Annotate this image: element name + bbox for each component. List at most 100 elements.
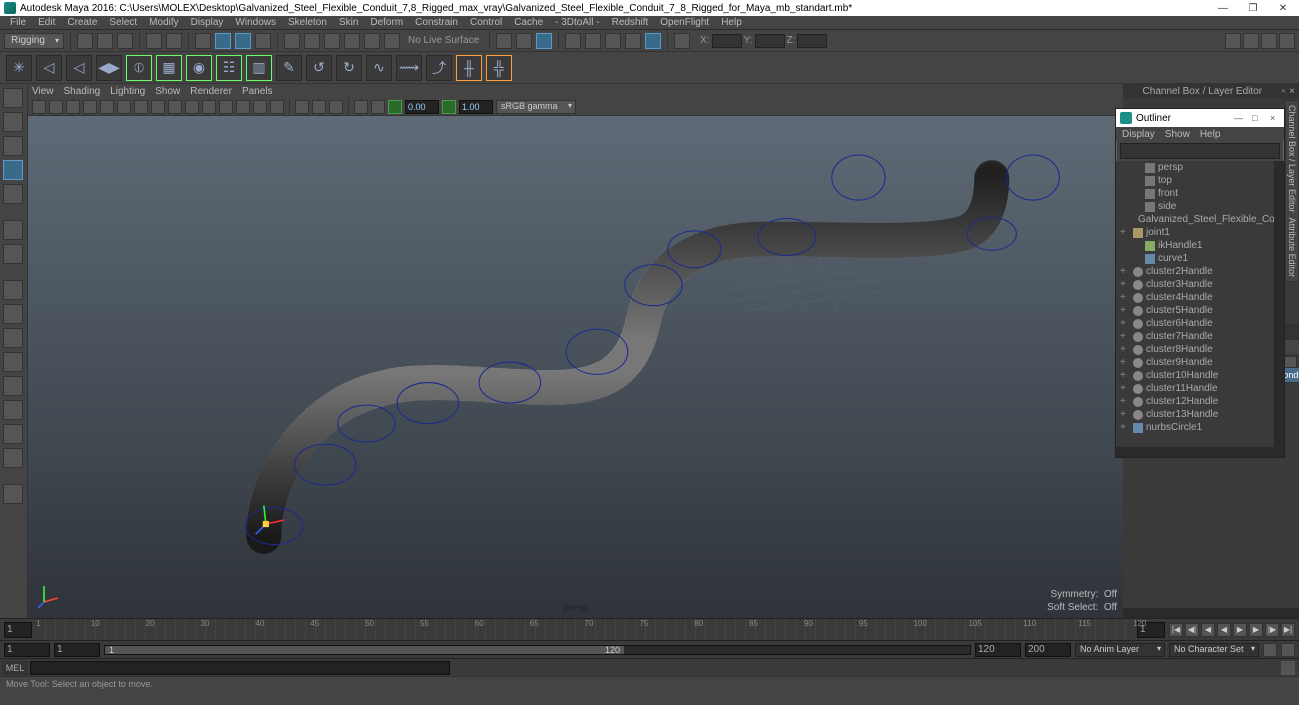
playback-start-input[interactable] xyxy=(54,643,100,657)
outliner-item[interactable]: +cluster11Handle xyxy=(1116,382,1274,395)
shelf-wire-icon[interactable]: ☷ xyxy=(216,55,242,81)
menu-modify[interactable]: Modify xyxy=(143,17,184,28)
menu-cache[interactable]: Cache xyxy=(508,17,549,28)
shelf-wrap-icon[interactable]: ▥ xyxy=(246,55,272,81)
outliner-item[interactable]: +cluster5Handle xyxy=(1116,304,1274,317)
x-input[interactable] xyxy=(712,34,742,48)
hypershade-layout[interactable] xyxy=(3,448,23,468)
select-tool[interactable] xyxy=(3,88,23,108)
open-scene-button[interactable] xyxy=(97,33,113,49)
shelf-mirror-icon[interactable]: ◀▶ xyxy=(96,55,122,81)
layer-new-selected-icon[interactable] xyxy=(1283,356,1297,368)
vp-near-clip-icon[interactable] xyxy=(388,100,402,114)
vp-xray-joints-icon[interactable] xyxy=(329,100,343,114)
outliner-item[interactable]: +cluster12Handle xyxy=(1116,395,1274,408)
y-input[interactable] xyxy=(755,34,785,48)
vp-menu-shading[interactable]: Shading xyxy=(64,86,101,97)
command-input[interactable] xyxy=(30,661,450,675)
toggle-channel-box-button[interactable] xyxy=(1261,33,1277,49)
menu-openflight[interactable]: OpenFlight xyxy=(654,17,715,28)
minimize-button[interactable]: — xyxy=(1217,2,1229,14)
shelf-ik-handle-icon[interactable]: ╫ xyxy=(456,55,482,81)
shelf-snap-edge-icon[interactable]: ◁ xyxy=(36,55,62,81)
menu-constrain[interactable]: Constrain xyxy=(409,17,464,28)
outliner-item[interactable]: +cluster9Handle xyxy=(1116,356,1274,369)
save-scene-button[interactable] xyxy=(117,33,133,49)
snap-grid-button[interactable] xyxy=(284,33,300,49)
go-to-start-button[interactable]: |◀ xyxy=(1169,623,1183,637)
shelf-ik-spline-icon[interactable]: ╬ xyxy=(486,55,512,81)
outliner-item[interactable]: +cluster2Handle xyxy=(1116,265,1274,278)
select-object-button[interactable] xyxy=(215,33,231,49)
step-forward-key-button[interactable]: |▶ xyxy=(1265,623,1279,637)
vp-film-gate-icon[interactable] xyxy=(100,100,114,114)
go-to-end-button[interactable]: ▶| xyxy=(1281,623,1295,637)
panel-layout-5-button[interactable] xyxy=(645,33,661,49)
menu-control[interactable]: Control xyxy=(464,17,508,28)
shelf-snap-vertex-icon[interactable]: ◁ xyxy=(66,55,92,81)
last-tool[interactable] xyxy=(3,244,23,264)
vp-xray-icon[interactable] xyxy=(312,100,326,114)
select-component-button[interactable] xyxy=(235,33,251,49)
anim-prefs-button[interactable] xyxy=(1281,643,1295,657)
three-pane-layout[interactable] xyxy=(3,352,23,372)
shelf-cluster-icon[interactable]: ◉ xyxy=(186,55,212,81)
panel-layout-2-button[interactable] xyxy=(585,33,601,49)
outliner-list[interactable]: persptopfrontsideGalvanized_Steel_Flexib… xyxy=(1116,161,1274,447)
vp-far-clip-icon[interactable] xyxy=(442,100,456,114)
graph-layout[interactable] xyxy=(3,424,23,444)
vp-menu-panels[interactable]: Panels xyxy=(242,86,273,97)
play-back-button[interactable]: ◀ xyxy=(1217,623,1231,637)
shelf-sculpt-icon[interactable]: ↻ xyxy=(336,55,362,81)
render-button[interactable] xyxy=(516,33,532,49)
color-management-select[interactable]: sRGB gamma xyxy=(496,100,576,114)
near-clip-input[interactable] xyxy=(405,100,439,114)
vp-lock-camera-icon[interactable] xyxy=(49,100,63,114)
snap-curve-button[interactable] xyxy=(304,33,320,49)
panel-layout-4-button[interactable] xyxy=(625,33,641,49)
far-clip-input[interactable] xyxy=(459,100,493,114)
scale-tool[interactable] xyxy=(3,220,23,240)
outliner-minimize-button[interactable]: — xyxy=(1234,113,1244,123)
select-hierarchy-button[interactable] xyxy=(195,33,211,49)
snap-live-button[interactable] xyxy=(364,33,380,49)
shelf-bind-icon[interactable]: ⟿ xyxy=(396,55,422,81)
shelf-snap-center-icon[interactable]: ✳ xyxy=(6,55,32,81)
outliner-window[interactable]: Outliner — □ × Display Show Help perspto… xyxy=(1115,108,1285,458)
outliner-item[interactable]: +cluster7Handle xyxy=(1116,330,1274,343)
layer-hscroll[interactable] xyxy=(1123,608,1299,618)
outliner-item[interactable]: +joint1 xyxy=(1116,226,1274,239)
step-forward-button[interactable]: ▶ xyxy=(1249,623,1263,637)
outliner-item[interactable]: +cluster10Handle xyxy=(1116,369,1274,382)
outliner-item[interactable]: +cluster3Handle xyxy=(1116,278,1274,291)
script-editor-button[interactable] xyxy=(1281,661,1295,675)
menu-file[interactable]: File xyxy=(4,17,32,28)
anim-end-input[interactable] xyxy=(1025,643,1071,657)
vp-menu-lighting[interactable]: Lighting xyxy=(110,86,145,97)
maximize-button[interactable]: ❐ xyxy=(1247,2,1259,14)
character-set-select[interactable]: No Character Set xyxy=(1169,643,1259,657)
outliner-item[interactable]: top xyxy=(1116,174,1274,187)
menu-skin[interactable]: Skin xyxy=(333,17,364,28)
vp-safe-title-icon[interactable] xyxy=(185,100,199,114)
two-pane-layout[interactable] xyxy=(3,328,23,348)
snap-view-button[interactable] xyxy=(384,33,400,49)
outliner-item[interactable]: ikHandle1 xyxy=(1116,239,1274,252)
vp-expose-icon[interactable] xyxy=(354,100,368,114)
outliner-item[interactable]: +cluster8Handle xyxy=(1116,343,1274,356)
redo-button[interactable] xyxy=(166,33,182,49)
vp-bookmark-icon[interactable] xyxy=(66,100,80,114)
outliner-item[interactable]: +cluster13Handle xyxy=(1116,408,1274,421)
close-button[interactable]: ✕ xyxy=(1277,2,1289,14)
outliner-item[interactable]: side xyxy=(1116,200,1274,213)
menu-skeleton[interactable]: Skeleton xyxy=(282,17,333,28)
vp-menu-view[interactable]: View xyxy=(32,86,54,97)
menu-display[interactable]: Display xyxy=(185,17,230,28)
shelf-paint-weights-icon[interactable]: ✎ xyxy=(276,55,302,81)
outliner-item[interactable]: +cluster6Handle xyxy=(1116,317,1274,330)
step-back-button[interactable]: ◀ xyxy=(1201,623,1215,637)
time-slider[interactable]: 1102030404550556065707580859095100105110… xyxy=(0,618,1299,640)
vp-wireframe-icon[interactable] xyxy=(202,100,216,114)
toggle-modeling-button[interactable] xyxy=(1279,33,1295,49)
vp-shadows-icon[interactable] xyxy=(270,100,284,114)
